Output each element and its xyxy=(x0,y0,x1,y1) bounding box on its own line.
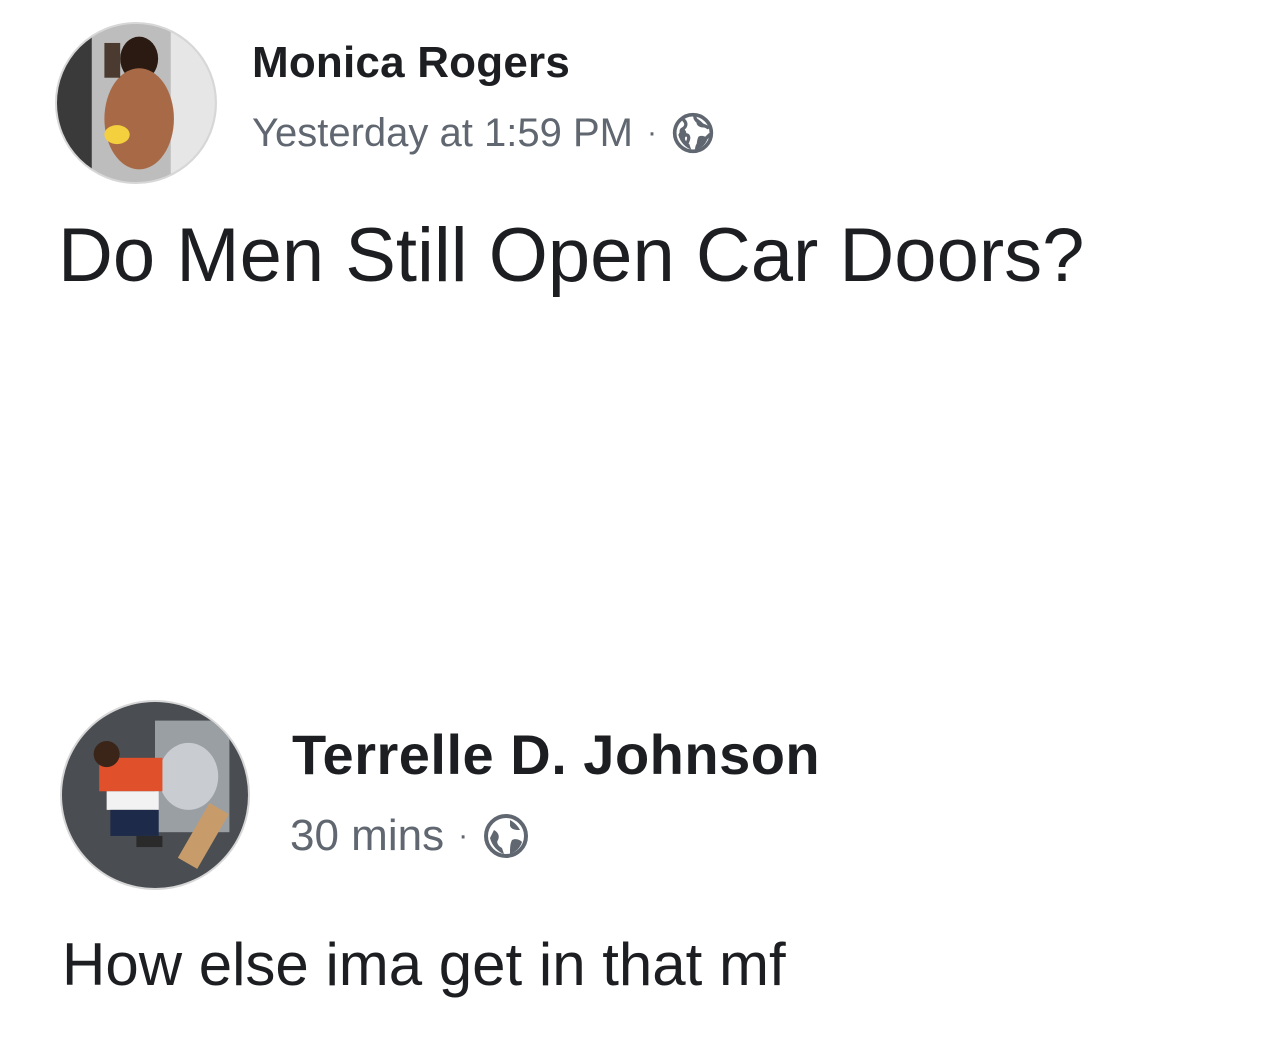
avatar[interactable] xyxy=(55,22,217,184)
comment-timestamp[interactable]: 30 mins xyxy=(290,811,444,861)
post-timestamp[interactable]: Yesterday at 1:59 PM xyxy=(252,111,633,156)
feed-post: Monica Rogers Yesterday at 1:59 PM · Do … xyxy=(0,0,1280,1043)
meta-separator: · xyxy=(646,116,657,149)
globe-icon[interactable] xyxy=(482,812,530,860)
comment-author-name[interactable]: Terrelle D. Johnson xyxy=(292,722,820,787)
comment-meta: 30 mins · xyxy=(290,806,530,866)
comment-body-text: How else ima get in that mf xyxy=(62,931,786,998)
post-author-name[interactable]: Monica Rogers xyxy=(252,38,570,88)
globe-icon[interactable] xyxy=(671,111,715,155)
avatar[interactable] xyxy=(60,700,250,890)
meta-separator: · xyxy=(458,819,469,852)
post-body-text: Do Men Still Open Car Doors? xyxy=(58,213,1085,298)
post-meta: Yesterday at 1:59 PM · xyxy=(252,108,715,158)
